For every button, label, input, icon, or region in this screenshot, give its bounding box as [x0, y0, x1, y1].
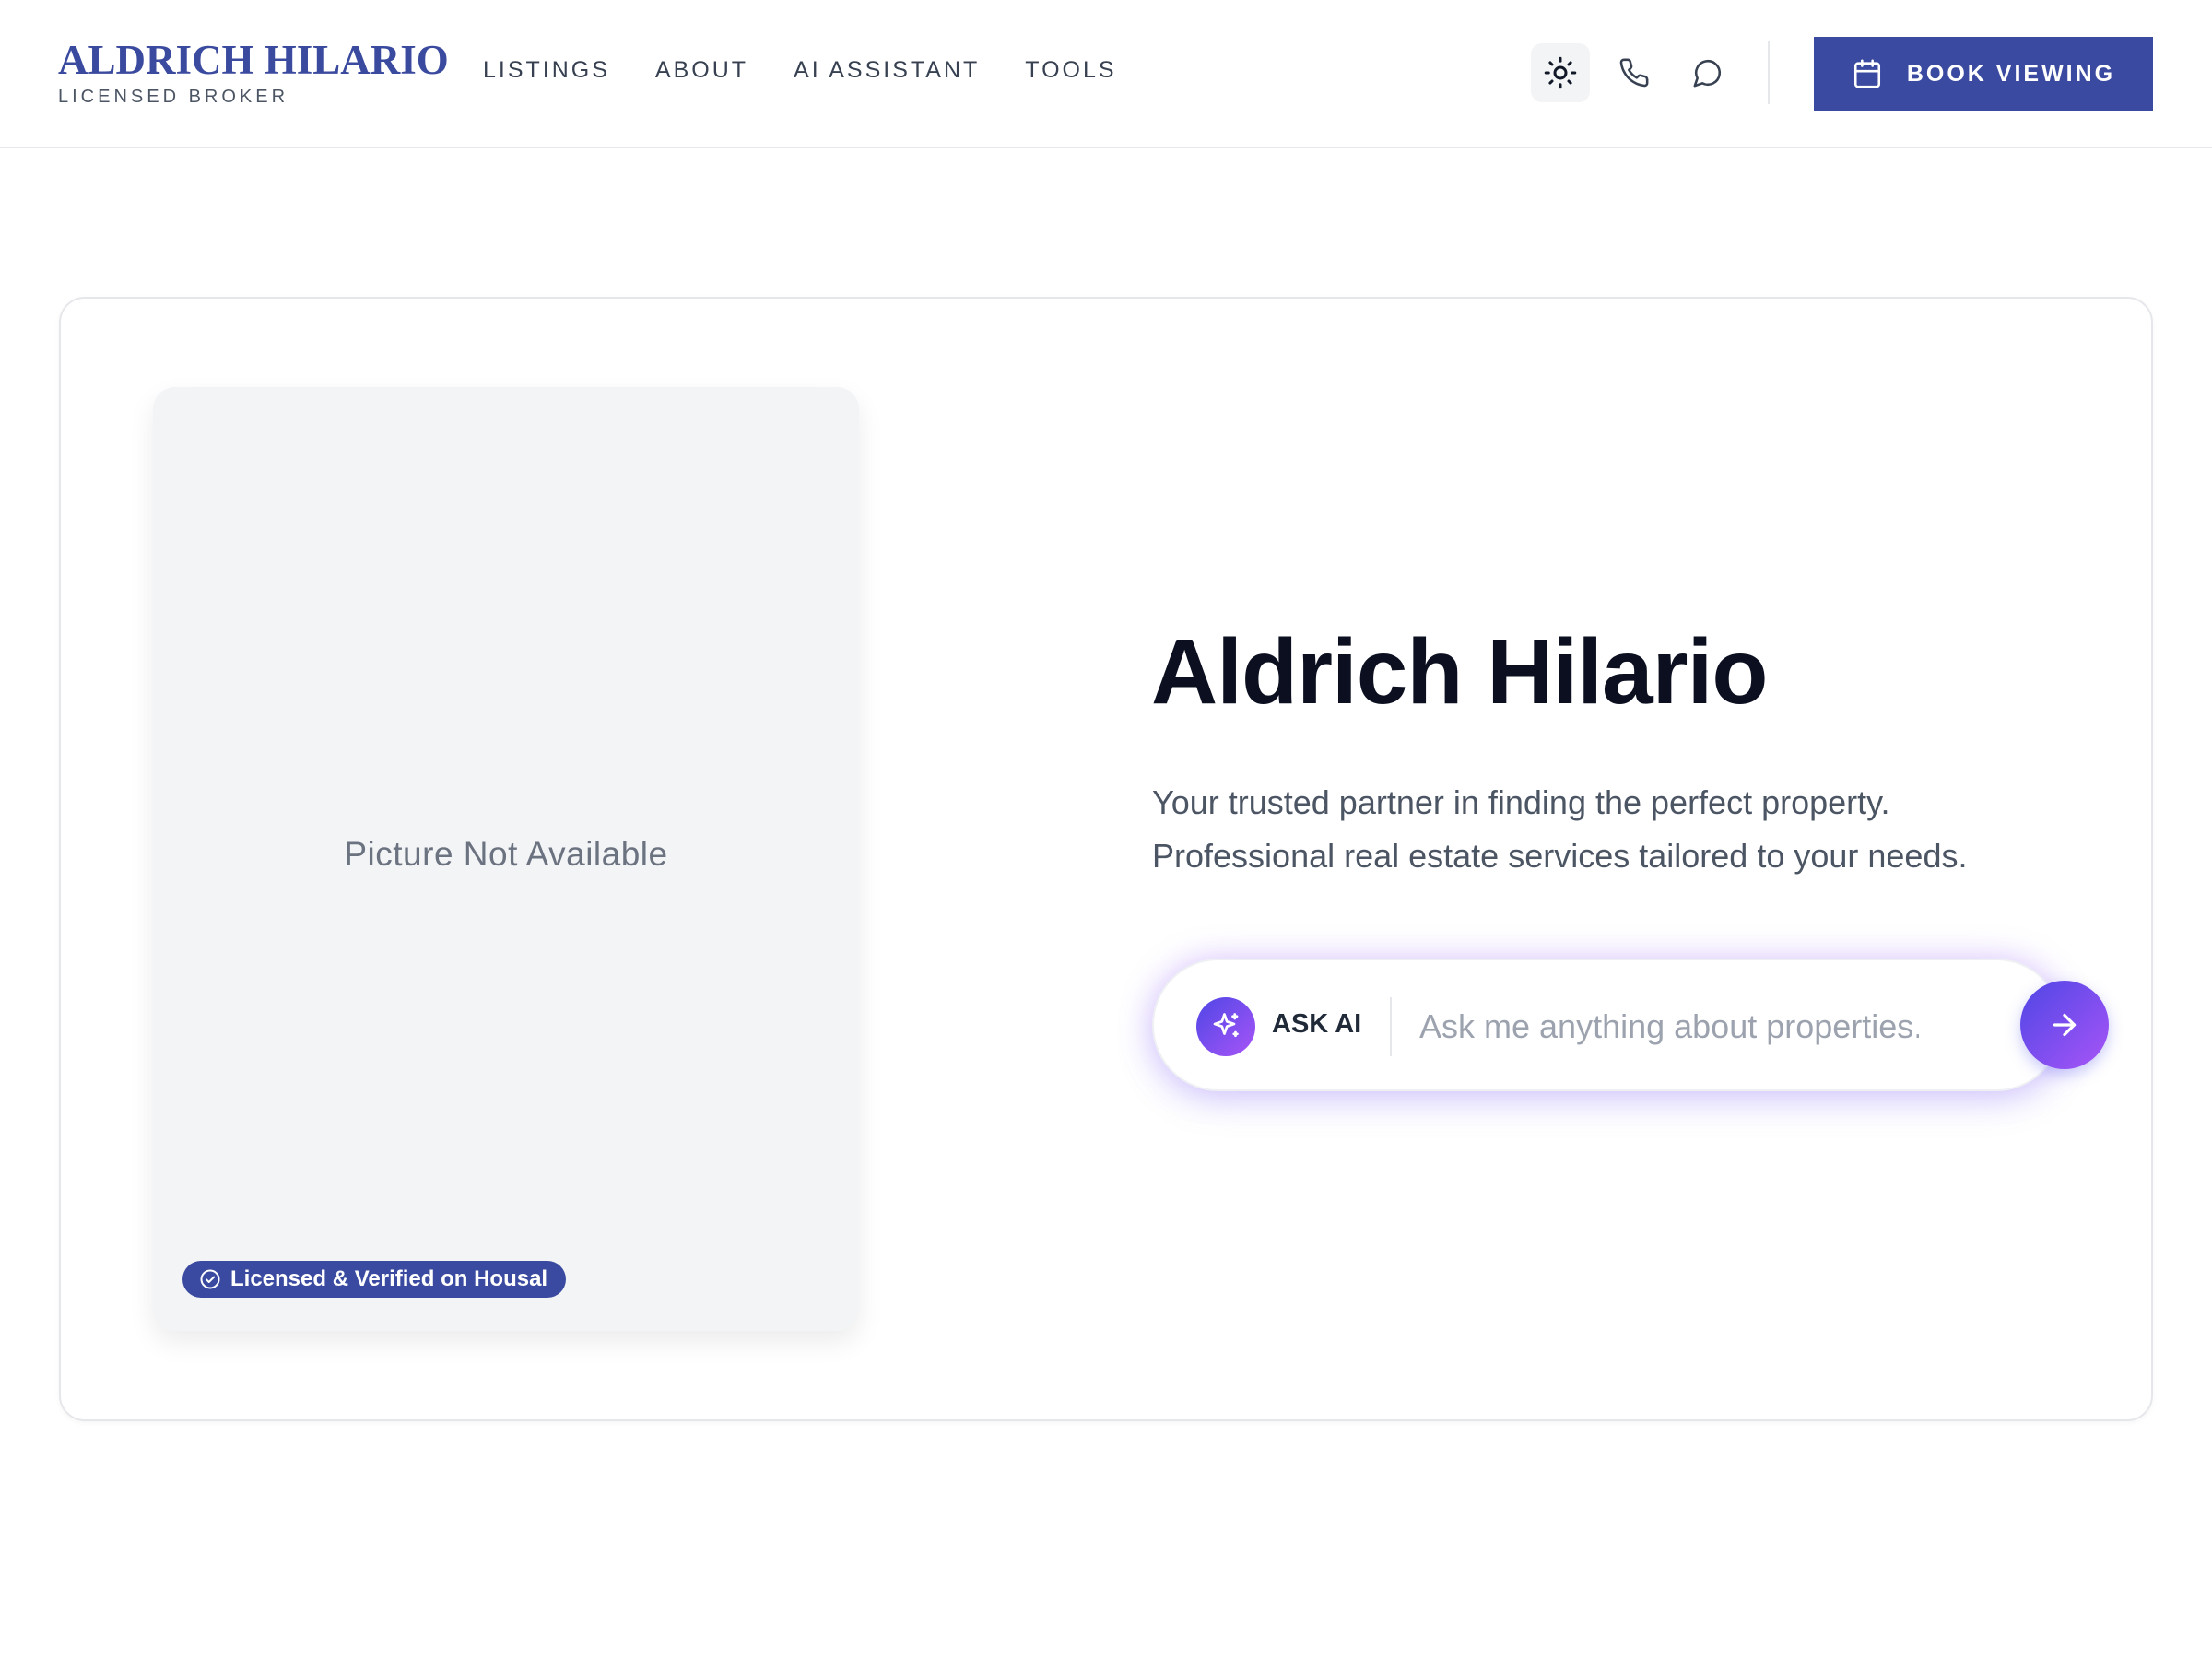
- site-header: ALDRICH HILARIO LICENSED BROKER LISTINGS…: [0, 0, 2212, 148]
- brand[interactable]: ALDRICH HILARIO LICENSED BROKER: [58, 37, 449, 108]
- sun-icon: [1544, 56, 1577, 89]
- theme-toggle-button[interactable]: [1531, 43, 1590, 102]
- ask-ai-send-button[interactable]: [2020, 981, 2109, 1069]
- book-viewing-button[interactable]: BOOK VIEWING: [1814, 37, 2153, 111]
- ask-ai-divider: [1390, 997, 1392, 1056]
- ai-badge: [1196, 997, 1255, 1056]
- phone-button[interactable]: [1605, 43, 1664, 102]
- page-title: Aldrich Hilario: [1151, 620, 1768, 724]
- book-viewing-label: BOOK VIEWING: [1906, 60, 2116, 87]
- chat-bubble-icon: [1693, 59, 1722, 88]
- phone-icon: [1619, 58, 1649, 88]
- hero-description-line-2: Professional real estate services tailor…: [1152, 837, 1968, 875]
- brand-subtitle: LICENSED BROKER: [58, 87, 289, 107]
- photo-placeholder-text: Picture Not Available: [344, 835, 668, 873]
- brand-name: ALDRICH HILARIO: [58, 37, 449, 83]
- header-divider: [1768, 41, 1770, 104]
- calendar-icon: [1853, 59, 1880, 88]
- ask-ai-bar: ASK AI: [1152, 959, 2109, 1091]
- nav-ai-assistant[interactable]: AI ASSISTANT: [794, 57, 980, 84]
- verified-badge-label: Licensed & Verified on Housal: [230, 1266, 548, 1291]
- hero-card: Picture Not Available Licensed & Verifie…: [59, 297, 2153, 1421]
- nav-about[interactable]: ABOUT: [655, 57, 748, 84]
- sparkle-icon: [1213, 1013, 1239, 1038]
- ask-ai-label: ASK AI: [1272, 1009, 1362, 1039]
- hero-description-line-1: Your trusted partner in finding the perf…: [1152, 783, 1890, 821]
- arrow-right-icon: [2053, 1013, 2077, 1037]
- chat-button[interactable]: [1678, 43, 1737, 102]
- nav-tools[interactable]: TOOLS: [1025, 57, 1116, 84]
- check-circle-icon: [200, 1269, 220, 1289]
- nav-listings[interactable]: LISTINGS: [483, 57, 610, 84]
- profile-photo-placeholder: Picture Not Available Licensed & Verifie…: [153, 387, 859, 1331]
- hero-description: Your trusted partner in finding the perf…: [1152, 776, 2037, 883]
- verified-badge: Licensed & Verified on Housal: [182, 1261, 567, 1298]
- ask-ai-input[interactable]: [1403, 994, 1919, 1060]
- main-nav: LISTINGS ABOUT AI ASSISTANT TOOLS: [483, 57, 1117, 84]
